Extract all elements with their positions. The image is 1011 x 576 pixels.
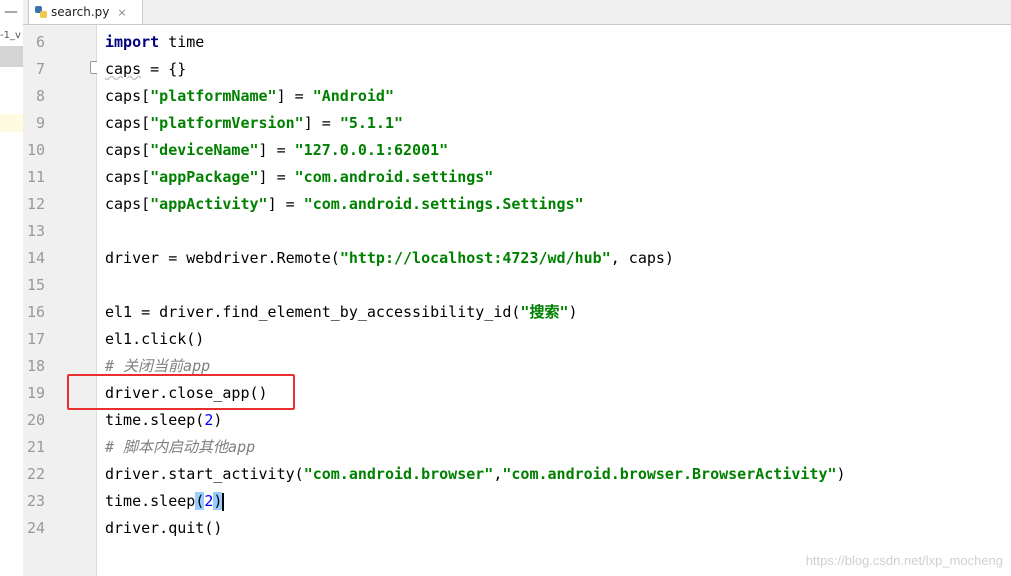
code-line[interactable]: el1.click() (105, 326, 204, 353)
code-token: "5.1.1" (339, 114, 404, 132)
line-number: 8 (35, 87, 45, 105)
code-token: , caps) (610, 249, 674, 267)
code-token: caps[ (105, 114, 151, 132)
line-number: 6 (35, 33, 45, 51)
line-number: 24 (26, 519, 45, 537)
code-token: ] = (303, 114, 340, 132)
project-tree-selection (0, 46, 23, 67)
project-tree-fragment[interactable]: -1_v (0, 30, 23, 46)
code-line[interactable]: caps["platformVersion"] = "5.1.1" (105, 110, 403, 137)
line-number: 21 (26, 438, 45, 456)
code-token: # 关闭当前app (105, 357, 211, 375)
line-number: 7 (35, 60, 45, 78)
collapse-icon[interactable]: — (4, 0, 20, 24)
code-line[interactable]: el1 = driver.find_element_by_accessibili… (105, 299, 578, 326)
line-number: 15 (26, 276, 45, 294)
code-token: "com.android.browser" (303, 465, 494, 483)
code-token: el1 = driver.find_element_by_accessibili… (105, 303, 521, 321)
code-token: time.sleep (105, 492, 196, 510)
line-number: 12 (26, 195, 45, 213)
code-token: caps[ (105, 168, 151, 186)
watermark-text: https://blog.csdn.net/lxp_mocheng (805, 553, 1003, 568)
code-line[interactable]: import time (105, 29, 204, 56)
code-line[interactable]: caps = {} (105, 56, 186, 83)
line-number: 16 (26, 303, 45, 321)
code-token: # 脚本内启动其他app (105, 438, 256, 456)
code-token: ) (213, 492, 223, 510)
code-token: "platformName" (150, 87, 277, 105)
code-line[interactable]: driver = webdriver.Remote("http://localh… (105, 245, 674, 272)
code-token: time (159, 33, 205, 51)
line-number: 18 (26, 357, 45, 375)
line-number: 20 (26, 411, 45, 429)
code-line[interactable]: driver.quit() (105, 515, 222, 542)
code-token: el1.click() (105, 330, 205, 348)
line-number: 13 (26, 222, 45, 240)
code-token: import (105, 33, 160, 51)
code-token: ] = (258, 168, 295, 186)
code-token: "127.0.0.1:62001" (294, 141, 449, 159)
close-tab-icon[interactable]: × (117, 6, 126, 19)
annotation-highlight-box (67, 374, 295, 410)
code-line[interactable]: caps["platformName"] = "Android" (105, 83, 394, 110)
code-token: ] = (258, 141, 295, 159)
code-token: driver = webdriver.Remote( (105, 249, 340, 267)
project-panel-edge: — -1_v (0, 0, 24, 576)
code-token: ( (195, 492, 205, 510)
code-token: caps (105, 60, 142, 78)
line-number: 14 (26, 249, 45, 267)
code-token: "appPackage" (150, 168, 259, 186)
text-caret (222, 492, 225, 511)
code-token: "com.android.settings.Settings" (303, 195, 584, 213)
line-number: 23 (26, 492, 45, 510)
project-tree-row (0, 114, 23, 132)
python-file-icon (35, 6, 47, 18)
code-line[interactable]: # 脚本内启动其他app (105, 434, 255, 461)
code-token: caps[ (105, 195, 151, 213)
code-token: "com.android.browser.BrowserActivity" (502, 465, 837, 483)
code-line[interactable]: driver.start_activity("com.android.brows… (105, 461, 846, 488)
code-line[interactable]: time.sleep(2) (105, 407, 222, 434)
code-line[interactable]: caps["appActivity"] = "com.android.setti… (105, 191, 584, 218)
code-token: "com.android.settings" (294, 168, 494, 186)
code-token: caps[ (105, 87, 151, 105)
line-number: 22 (26, 465, 45, 483)
editor-tab-bar: search.py × (23, 0, 1011, 25)
code-token: ] = (276, 87, 313, 105)
code-token: caps[ (105, 141, 151, 159)
code-token: driver.quit() (105, 519, 223, 537)
code-token: ] = (267, 195, 304, 213)
code-line[interactable]: time.sleep(2) (105, 488, 225, 515)
line-number: 11 (26, 168, 45, 186)
code-token: ) (836, 465, 846, 483)
tab-filename: search.py (51, 5, 110, 19)
code-token: "appActivity" (150, 195, 268, 213)
code-token: ) (213, 411, 223, 429)
code-line[interactable]: caps["appPackage"] = "com.android.settin… (105, 164, 493, 191)
code-token: driver.start_activity( (105, 465, 304, 483)
code-token: time.sleep( (105, 411, 205, 429)
code-line[interactable]: caps["deviceName"] = "127.0.0.1:62001" (105, 137, 448, 164)
line-number: 9 (35, 114, 45, 132)
line-number-gutter[interactable]: 6 7 8 9 10 11 12 13 14 15 16 17 18 19 20 21 22 23 24 (23, 25, 101, 576)
line-number: 17 (26, 330, 45, 348)
code-token: ) (568, 303, 578, 321)
code-token: "deviceName" (150, 141, 259, 159)
code-token: "Android" (312, 87, 394, 105)
code-token: "platformVersion" (150, 114, 304, 132)
code-token: "搜索" (520, 303, 569, 321)
line-number: 19 (26, 384, 45, 402)
code-token: "http://localhost:4723/wd/hub" (339, 249, 611, 267)
code-token: = {} (141, 60, 187, 78)
tab-search-py[interactable]: search.py × (28, 0, 143, 24)
line-number: 10 (26, 141, 45, 159)
